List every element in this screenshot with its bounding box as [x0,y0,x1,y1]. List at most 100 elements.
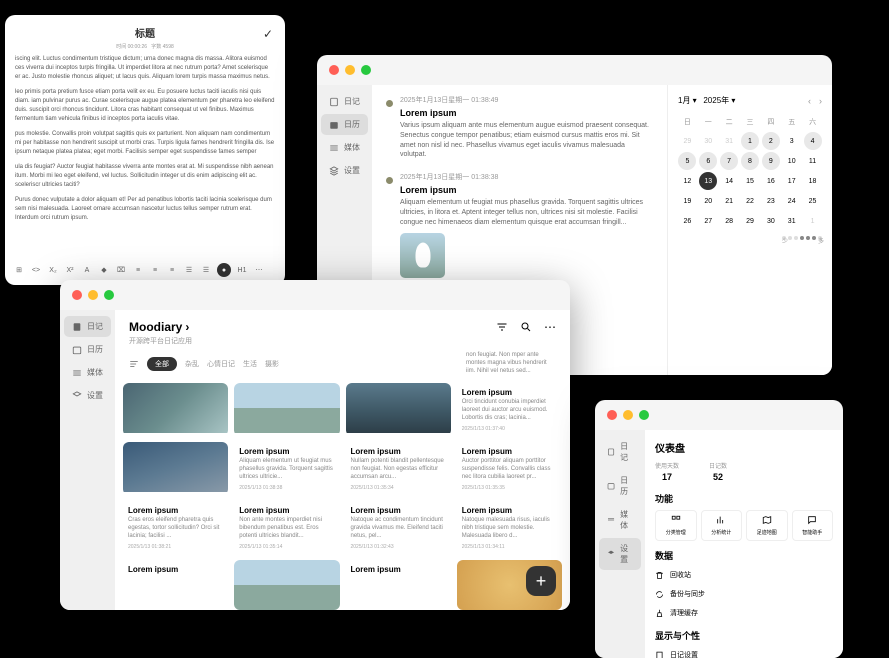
chevron-right-icon[interactable]: › [185,320,189,334]
calendar-day[interactable]: 17 [783,172,801,190]
data-cache[interactable]: 清理缓存 [655,605,833,621]
calendar-day[interactable]: 2 [762,132,780,150]
diary-card[interactable] [234,560,339,610]
tab-life[interactable]: 生活 [243,359,257,369]
diary-card[interactable]: Lorem ipsum [123,442,228,495]
data-trash[interactable]: 回收站 [655,567,833,583]
close-icon[interactable] [329,65,339,75]
sidebar-item-media[interactable]: 媒体 [599,504,641,536]
diary-card[interactable]: Lorem ipsumOrci tincidunt conubia imperd… [457,383,562,436]
calendar-day[interactable]: 27 [699,212,717,230]
fill-icon[interactable]: ◆ [98,264,110,276]
list-icon[interactable]: ☰ [183,264,195,276]
align-center-icon[interactable]: ≡ [149,264,161,276]
align-left-icon[interactable]: ≡ [132,264,144,276]
calendar-day[interactable]: 24 [783,192,801,210]
tab-misc[interactable]: 杂乱 [185,359,199,369]
diary-card[interactable]: Lorem ipsum [234,383,339,436]
sidebar-item-diary[interactable]: 日记 [599,436,641,468]
filter-icon[interactable] [129,359,139,369]
diary-card[interactable]: Lorem ipsum [123,560,228,610]
calendar-day[interactable]: 15 [741,172,759,190]
sidebar-item-calendar[interactable]: 日历 [599,470,641,502]
tab-all[interactable]: 全部 [147,357,177,371]
more-icon[interactable]: ⋯ [544,320,556,334]
code-icon[interactable]: <> [30,264,42,276]
calendar-day[interactable]: 14 [720,172,738,190]
calendar-day[interactable]: 31 [720,132,738,150]
confirm-icon[interactable]: ✓ [263,27,273,41]
calendar-day[interactable]: 30 [699,132,717,150]
calendar-day[interactable]: 25 [804,192,822,210]
sidebar-item-settings[interactable]: 设置 [64,385,111,406]
calendar-day[interactable]: 16 [762,172,780,190]
next-month-icon[interactable]: › [819,96,822,106]
sidebar-item-calendar[interactable]: 日历 [321,114,368,135]
func-map[interactable]: 足迹地图 [746,510,788,541]
diary-card[interactable]: Lorem ipsumVarius ipsum aliquam ante mus… [123,383,228,436]
calendar-day[interactable]: 5 [678,152,696,170]
calendar-day[interactable]: 28 [720,212,738,230]
editor-body[interactable]: iscing elit. Luctus condimentum tristiqu… [15,55,275,223]
sidebar-item-calendar[interactable]: 日历 [64,339,111,360]
calendar-day[interactable]: 19 [678,192,696,210]
prev-month-icon[interactable]: ‹ [808,96,811,106]
minimize-icon[interactable] [345,65,355,75]
display-diary-settings[interactable]: 日记设置 [655,647,833,658]
calendar-day[interactable]: 22 [741,192,759,210]
calendar-day[interactable]: 29 [741,212,759,230]
calendar-day[interactable]: 7 [720,152,738,170]
diary-card[interactable]: Lorem ipsum [346,383,451,436]
diary-card[interactable]: Lorem ipsumNatoque ac condimentum tincid… [346,501,451,554]
maximize-icon[interactable] [104,290,114,300]
align-right-icon[interactable]: ≡ [166,264,178,276]
format-icon[interactable]: ⊞ [13,264,25,276]
diary-card[interactable]: Lorem ipsumNon ante montes imperdiet nis… [234,501,339,554]
calendar-day[interactable]: 1 [741,132,759,150]
calendar-day[interactable]: 30 [762,212,780,230]
sidebar-item-diary[interactable]: 日记 [321,91,368,112]
diary-card[interactable]: Lorem ipsumNatoque malesuada risus, iacu… [457,501,562,554]
calendar-day[interactable]: 10 [783,152,801,170]
olist-icon[interactable]: ☰ [200,264,212,276]
diary-card[interactable]: Lorem ipsum [346,560,451,610]
calendar-day[interactable]: 8 [741,152,759,170]
h1-icon[interactable]: H1 [236,264,248,276]
sidebar-item-diary[interactable]: 日记 [64,316,111,337]
sidebar-item-settings[interactable]: 设置 [599,538,641,570]
sidebar-item-settings[interactable]: 设置 [321,160,368,181]
close-icon[interactable] [72,290,82,300]
func-ai[interactable]: 智能助手 [792,510,834,541]
diary-card[interactable]: Lorem ipsumCras eros eleifend pharetra q… [123,501,228,554]
maximize-icon[interactable] [639,410,649,420]
minimize-icon[interactable] [88,290,98,300]
calendar-day[interactable]: 12 [678,172,696,190]
calendar-day[interactable]: 4 [804,132,822,150]
tab-photo[interactable]: 摄影 [265,359,279,369]
sort-icon[interactable] [496,321,508,333]
calendar-day[interactable]: 18 [804,172,822,190]
sup-icon[interactable]: X² [64,264,76,276]
calendar-day[interactable]: 31 [783,212,801,230]
calendar-day[interactable]: 1 [804,212,822,230]
add-button[interactable]: + [526,566,556,596]
diary-card[interactable]: Lorem ipsumNullam potenti blandit pellen… [346,442,451,495]
clear-icon[interactable]: ⌧ [115,264,127,276]
calendar-day[interactable]: 26 [678,212,696,230]
minimize-icon[interactable] [623,410,633,420]
calendar-day[interactable]: 20 [699,192,717,210]
calendar-day[interactable]: 11 [804,152,822,170]
sidebar-item-media[interactable]: 媒体 [321,137,368,158]
more-icon[interactable]: ⋯ [253,264,265,276]
search-icon[interactable] [520,321,532,333]
data-backup[interactable]: 备份与同步 [655,586,833,602]
diary-entry[interactable]: 2025年1月13日星期一 01:38:49 Lorem ipsum Variu… [386,95,653,160]
calendar-day[interactable]: 9 [762,152,780,170]
tab-mood[interactable]: 心情日记 [207,359,235,369]
calendar-day[interactable]: 13 [699,172,717,190]
close-icon[interactable] [607,410,617,420]
calendar-day[interactable]: 6 [699,152,717,170]
color-icon[interactable]: A [81,264,93,276]
sub-icon[interactable]: X₂ [47,264,59,276]
sidebar-item-media[interactable]: 媒体 [64,362,111,383]
